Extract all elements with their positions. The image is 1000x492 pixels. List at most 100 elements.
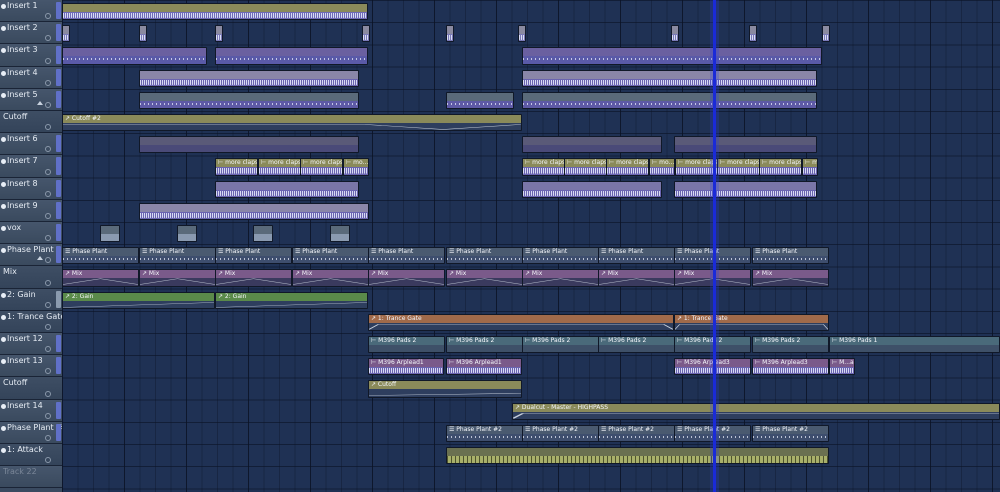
audio-clip[interactable]: ⊢ M...ad3 [829,358,855,376]
track-mute-button[interactable] [45,13,51,20]
audio-clip[interactable]: ⊢ M396 Pads 2 [752,336,829,354]
collapse-arrow-icon[interactable] [37,100,43,106]
track-mute-button[interactable] [45,35,51,42]
pattern-clip[interactable] [215,47,368,65]
pattern-clip[interactable]: ☰ Phase Plant [752,247,829,265]
track-settings-icon[interactable] [1,337,6,342]
automation-clip[interactable]: ↗ 1: Trance Gate [674,313,829,331]
audio-clip[interactable]: ⊢ mo...ps [343,158,369,176]
audio-clip[interactable] [62,25,70,43]
audio-clip[interactable] [330,225,350,243]
track-header[interactable]: 1: Attack [0,444,62,467]
pattern-clip[interactable] [522,47,822,65]
audio-clip[interactable] [215,180,359,198]
track-settings-icon[interactable] [1,425,6,431]
audio-clip[interactable] [62,3,368,21]
track-mute-button[interactable] [45,57,51,64]
track-mute-button[interactable] [45,235,51,242]
pattern-clip[interactable]: ☰ Phase Plant [139,247,216,265]
track-settings-icon[interactable] [1,26,6,32]
audio-clip[interactable]: ⊢ more claps [717,158,760,176]
audio-clip[interactable] [671,25,679,43]
audio-clip[interactable]: ⊢ mo...ps [649,158,675,176]
track-header[interactable]: vox [0,222,62,245]
pattern-clip[interactable] [522,136,662,154]
automation-clip[interactable]: ↗ Mix [598,269,675,287]
track-mute-button[interactable] [45,101,51,108]
track-settings-icon[interactable] [1,248,6,254]
pattern-clip[interactable] [522,91,817,109]
collapse-arrow-icon[interactable] [37,256,43,261]
automation-clip[interactable]: ↗ Mix [292,269,369,287]
track-mute-button[interactable] [45,301,51,308]
track-header[interactable]: Cutoff [0,377,62,400]
track-header[interactable]: Insert 1 [0,0,62,23]
track-settings-icon[interactable] [1,359,6,365]
track-settings-icon[interactable] [1,181,6,187]
automation-clip[interactable]: ↗ Cutoff #2 [62,114,522,132]
playhead[interactable] [713,0,716,492]
track-header[interactable]: Track 22 [0,466,62,489]
pattern-clip[interactable]: ☰ Phase Plant [598,247,675,265]
pattern-clip[interactable]: ☰ Phase Plant [446,247,523,265]
track-settings-icon[interactable] [1,92,6,98]
track-header[interactable]: Phase Plant #2 [0,421,68,444]
automation-clip[interactable]: ↗ Mix [215,269,292,287]
track-mute-button[interactable] [45,168,51,175]
pattern-clip[interactable]: ☰ Phase Plant #2 [752,424,829,442]
automation-clip[interactable]: ↗ 1: Trance Gate [368,313,674,331]
audio-clip[interactable]: ⊢ mo...ps [802,158,818,176]
audio-clip[interactable] [100,225,120,243]
track-header[interactable]: Mix [0,266,62,289]
audio-clip[interactable] [822,25,830,43]
track-settings-icon[interactable] [1,448,6,453]
automation-clip[interactable]: ↗ 2: Gain [215,291,368,309]
track-header[interactable]: Insert 13 [0,355,62,378]
automation-clip[interactable]: ↗ Mix [139,269,216,287]
audio-clip[interactable]: ⊢ M396 Pads 2 [446,336,523,354]
audio-clip[interactable] [749,25,757,43]
track-header[interactable]: Insert 8 [0,177,62,200]
audio-clip[interactable]: ⊢ more claps [759,158,802,176]
audio-clip[interactable]: ⊢ more claps [564,158,607,176]
audio-clip[interactable] [522,180,662,198]
track-settings-icon[interactable] [1,159,6,165]
audio-clip[interactable] [139,202,369,220]
track-mute-button[interactable] [45,279,51,286]
track-mute-button[interactable] [45,146,51,153]
automation-clip[interactable]: ↗ Mix [62,269,139,287]
pattern-clip[interactable]: ☰ Phase Plant [522,247,599,265]
audio-clip[interactable] [253,225,273,243]
track-header[interactable]: Insert 4 [0,66,62,89]
audio-clip[interactable]: ⊢ more claps [522,158,565,176]
track-settings-icon[interactable] [1,137,6,143]
audio-clip[interactable]: ⊢ M396 Pads 1 [829,336,1000,354]
audio-clip[interactable]: ⊢ M396 Pads 2 [522,336,599,354]
audio-clip[interactable] [215,25,223,43]
track-header[interactable]: Insert 2 [0,22,62,45]
audio-clip[interactable] [674,180,817,198]
track-header[interactable]: Insert 12 [0,333,62,356]
track-header[interactable]: Insert 7 [0,155,62,178]
track-header[interactable]: 1: Trance Gate [0,310,65,333]
audio-clip[interactable]: ⊢ M396 Pads 2 [598,336,675,354]
audio-clip[interactable]: ⊢ M396 Arplead1 [446,358,522,376]
pattern-clip[interactable] [62,47,207,65]
track-settings-icon[interactable] [1,203,6,209]
track-mute-button[interactable] [45,457,51,464]
pattern-clip[interactable]: ☰ Phase Plant #2 [446,424,523,442]
track-settings-icon[interactable] [1,4,6,9]
audio-clip[interactable] [522,69,817,87]
track-mute-button[interactable] [45,390,51,397]
audio-clip[interactable]: ⊢ M396 Pads 2 [368,336,445,354]
track-settings-icon[interactable] [1,226,6,231]
audio-clip[interactable] [362,25,370,43]
pattern-clip[interactable]: ☰ Phase Plant #2 [598,424,675,442]
audio-clip[interactable] [139,69,359,87]
track-settings-icon[interactable] [1,314,6,320]
track-header[interactable]: Cutoff [0,111,62,134]
track-settings-icon[interactable] [1,403,6,409]
track-header[interactable]: Insert 3 [0,44,62,67]
track-mute-button[interactable] [45,190,51,197]
pattern-clip[interactable] [139,136,359,154]
